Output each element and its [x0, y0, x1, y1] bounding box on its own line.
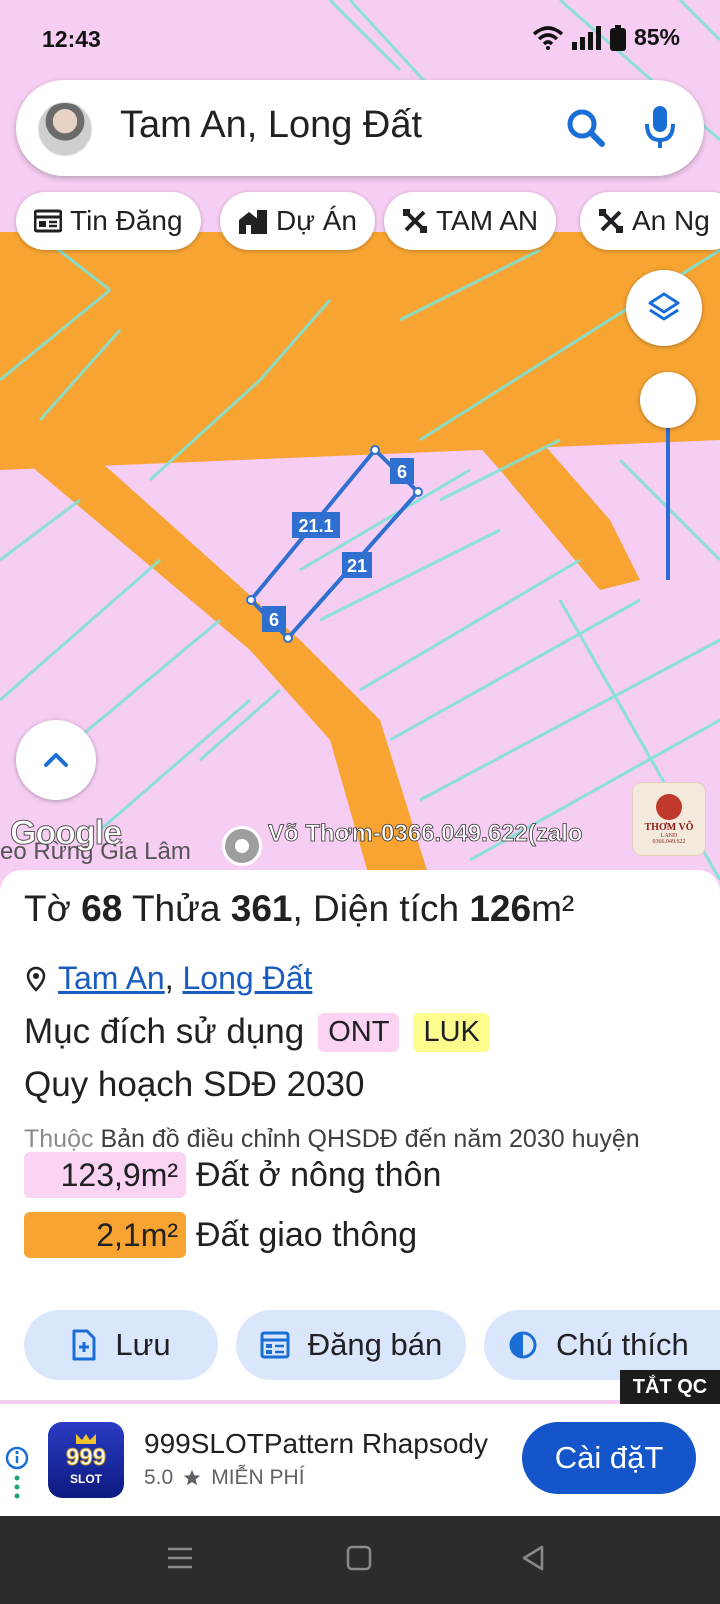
plan-prefix: Thuộc: [24, 1125, 94, 1153]
avatar[interactable]: [38, 102, 92, 156]
edge-label-right: 21: [347, 556, 367, 576]
ad-icon-text: SLOT: [70, 1472, 102, 1486]
land-use-purpose: Mục đích sử dụng ONT LUK: [24, 1012, 490, 1052]
search-input[interactable]: Tam An, Long Đất: [120, 104, 422, 147]
plot-number: 361: [230, 888, 293, 929]
layers-icon: [648, 292, 680, 321]
crown-icon: [76, 1434, 96, 1444]
save-button[interactable]: Lưu: [24, 1310, 218, 1380]
my-location-icon[interactable]: [222, 826, 262, 866]
ward-link[interactable]: Tam An: [58, 960, 165, 996]
battery-icon: [609, 24, 626, 51]
signal-icon: [571, 25, 601, 50]
post-sale-button[interactable]: Đăng bán: [236, 1310, 466, 1380]
chip-tam-an[interactable]: TAM AN: [384, 192, 557, 250]
area-value-box: 2,1m²: [24, 1212, 186, 1258]
edge-label-left: 21.1: [298, 516, 333, 536]
logo-name: THƠM VÕ: [644, 821, 694, 833]
chip-du-an[interactable]: Dự Án: [220, 192, 375, 250]
area-row-residential: 123,9m² Đất ở nông thôn: [24, 1152, 441, 1198]
info-icon[interactable]: [4, 1446, 30, 1500]
area-row-label: Đất ở nông thôn: [196, 1155, 442, 1194]
wifi-icon: [532, 25, 564, 50]
layers-button[interactable]: [626, 270, 702, 346]
ad-app-icon[interactable]: 999 SLOT: [48, 1422, 124, 1498]
chevron-up-icon: [44, 753, 68, 767]
ad-close-button[interactable]: TẮT QC: [620, 1370, 720, 1404]
ad-meta: 5.0 MIỄN PHÍ: [144, 1466, 305, 1490]
ad-price: MIỄN PHÍ: [211, 1466, 305, 1489]
purpose-tag-luk: LUK: [413, 1012, 490, 1052]
area-label: , Diện tích: [292, 888, 460, 929]
chip-label: Tin Đăng: [70, 205, 183, 236]
google-logo: Google: [9, 814, 122, 853]
location-line: Tam An, Long Đất: [26, 960, 312, 997]
tools-icon: [599, 209, 623, 233]
parcel-info-sheet: Tờ 68 Thửa 361, Diện tích 126m² Tam An, …: [0, 870, 720, 1400]
edge-label-bottom: 6: [269, 610, 279, 630]
mic-icon[interactable]: [644, 104, 676, 150]
purpose-tag-ont: ONT: [318, 1012, 400, 1052]
battery-level: 85%: [633, 24, 680, 50]
location-pin-icon: [26, 966, 46, 992]
legend-label: Chú thích: [556, 1327, 689, 1362]
chip-label: An Ng: [632, 205, 710, 236]
contrast-icon: [509, 1331, 537, 1359]
opacity-slider-thumb[interactable]: [640, 372, 696, 428]
expand-up-button[interactable]: [16, 720, 96, 800]
logo-mark-icon: [656, 793, 682, 820]
menu-icon[interactable]: [166, 1544, 194, 1572]
plan-title: Quy hoạch SDĐ 2030: [24, 1065, 365, 1104]
tools-icon: [403, 209, 427, 233]
area-value-box: 123,9m²: [24, 1152, 186, 1198]
status-time: 12:43: [42, 26, 101, 52]
search-icon[interactable]: [564, 106, 608, 150]
install-button[interactable]: Cài đặT: [522, 1422, 696, 1494]
area-row-traffic: 2,1m² Đất giao thông: [24, 1212, 417, 1258]
sheet-label: Tờ: [24, 888, 71, 929]
brand-logo[interactable]: THƠM VÕ LAND 0366.049.622: [632, 782, 706, 856]
area-row-label: Đất giao thông: [196, 1215, 418, 1254]
chip-an-ng[interactable]: An Ng: [580, 192, 720, 250]
chip-label: Dự Án: [276, 205, 357, 236]
system-nav-bar: [0, 1516, 720, 1604]
home-icon[interactable]: [346, 1544, 372, 1572]
calendar-list-icon: [260, 1331, 290, 1359]
ad-banner[interactable]: 999 SLOT 999SLOTPattern Rhapsody 5.0 MIỄ…: [0, 1404, 720, 1516]
chip-label: TAM AN: [436, 205, 539, 236]
star-icon: [184, 1469, 201, 1486]
district-link[interactable]: Long Đất: [183, 960, 313, 996]
ad-icon-number: 999: [65, 1444, 107, 1472]
buildings-icon: [239, 210, 267, 234]
purpose-label: Mục đích sử dụng: [24, 1012, 305, 1051]
search-bar[interactable]: Tam An, Long Đất: [16, 80, 704, 176]
save-label: Lưu: [115, 1327, 171, 1362]
edge-label-top: 6: [397, 462, 407, 482]
logo-phone: 0366.049.622: [652, 838, 686, 845]
status-icons: 85%: [532, 24, 680, 51]
file-add-icon: [72, 1329, 96, 1361]
ad-title[interactable]: 999SLOTPattern Rhapsody: [144, 1428, 488, 1460]
sheet-number: 68: [81, 888, 123, 929]
parcel-title: Tờ 68 Thửa 361, Diện tích 126m²: [24, 888, 574, 930]
area-unit: m²: [531, 888, 575, 929]
plot-label: Thửa: [131, 888, 221, 929]
news-icon: [34, 209, 62, 233]
chip-tin-dang[interactable]: Tin Đăng: [16, 192, 201, 250]
post-sale-label: Đăng bán: [307, 1327, 443, 1362]
back-icon[interactable]: [520, 1544, 546, 1572]
area-value: 126: [469, 888, 532, 929]
ad-rating: 5.0: [144, 1466, 174, 1489]
map-watermark: Võ Thơm-0366.049.622(zalo: [268, 820, 583, 848]
